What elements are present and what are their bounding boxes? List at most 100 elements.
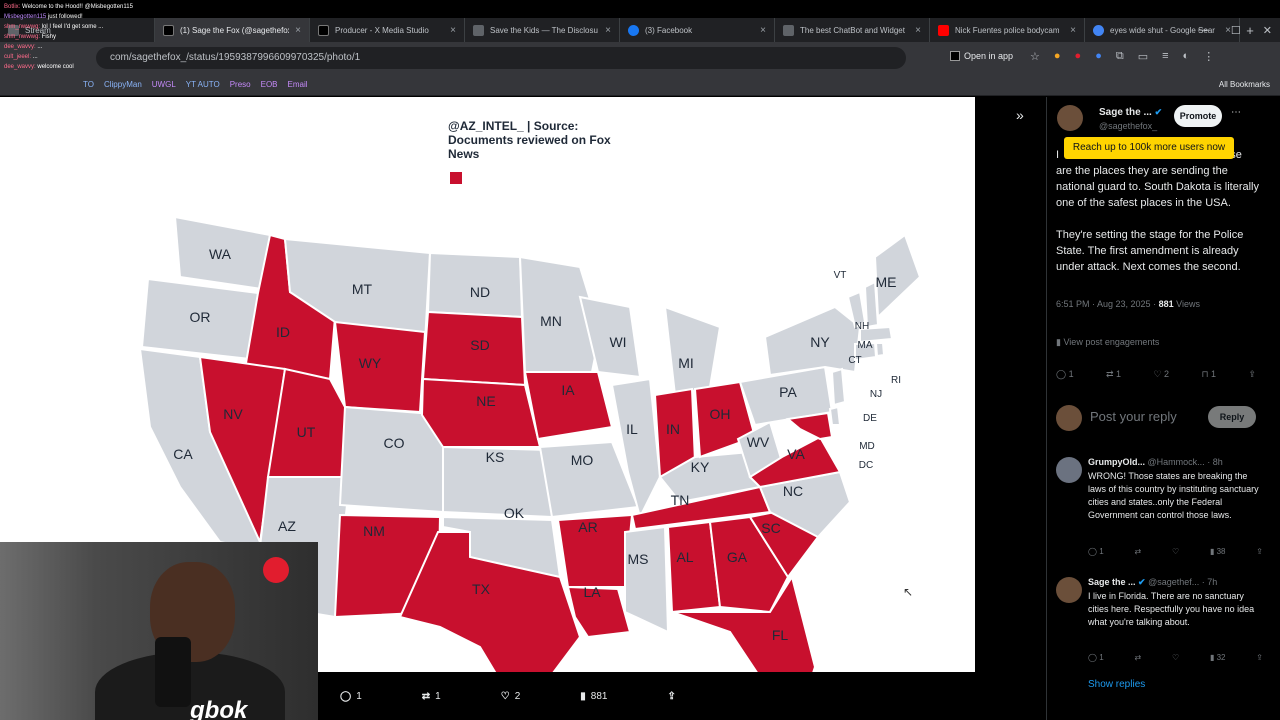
bookmark-item[interactable]: EOB [256,80,283,89]
reply-author[interactable]: Sage the ... ✔ @sagethef... · 7h [1088,577,1217,588]
reply-count: 1 [356,690,362,702]
close-icon[interactable]: × [295,25,301,36]
all-bookmarks[interactable]: All Bookmarks [1219,80,1270,89]
engagements-label: View post engagements [1063,337,1160,347]
more-options-icon[interactable]: ⋯ [1231,107,1241,118]
reply-item[interactable]: Sage the ... ✔ @sagethef... · 7h I live … [1056,577,1266,677]
like-action[interactable]: ♡ [1172,653,1179,662]
minimize-icon[interactable]: — [1198,24,1209,36]
expand-icon[interactable]: » [1016,107,1024,123]
reply-author[interactable]: GrumpyOld... @Hammock... · 8h [1088,457,1223,467]
like-action[interactable]: ♡ [1172,547,1179,556]
reply-item[interactable]: GrumpyOld... @Hammock... · 8h WRONG! Tho… [1056,457,1266,567]
chat-message: Botlix: Welcome to the Hood!! @Misbegott… [4,4,133,10]
reply-input[interactable]: Post your reply [1090,409,1177,424]
tab-chatbot[interactable]: The best ChatBot and Widget × [775,18,930,42]
share-icon[interactable]: ⇪ [1256,547,1263,556]
label-PA: PA [779,384,797,400]
repost-action[interactable]: ⇄ [1134,653,1141,662]
heart-icon: ♡ [500,690,510,702]
avatar[interactable] [1056,457,1082,483]
bookmark-item[interactable]: Email [283,80,313,89]
tab-facebook[interactable]: (3) Facebook × [620,18,775,42]
extension-icon[interactable]: ● [1054,50,1061,63]
share-action[interactable]: ⇪ [667,691,675,702]
tab-youtube[interactable]: Nick Fuentes police bodycam × [930,18,1085,42]
close-icon[interactable]: × [605,25,611,36]
label-UT: UT [297,424,316,440]
state-DE [828,405,842,426]
reply-action[interactable]: ◯ 1 [1088,653,1104,662]
post-paragraph-1: are the places they are sending the nati… [1056,165,1260,209]
close-icon[interactable]: × [915,25,921,36]
author-name[interactable]: Sage the ... ✔ [1099,107,1162,118]
reply-count: 1 [1068,369,1074,379]
share-icon[interactable]: ⇪ [1248,369,1256,380]
chatbot-icon [783,24,794,36]
chat-message: Misbegotten115 just followed! [4,14,83,20]
page-icon [473,24,484,36]
reply-action[interactable]: ◯ 1 [340,691,362,702]
tab-label: The best ChatBot and Widget [800,25,905,35]
views-action[interactable]: ▮ 32 [1210,653,1226,662]
author-handle[interactable]: @sagethefox_ [1099,121,1157,131]
label-SC: SC [761,520,780,536]
extension-icon[interactable]: ● [1075,50,1082,63]
reply-action[interactable]: ◯ 1 [1088,547,1104,556]
post-views: 881 [1158,299,1174,309]
like-action[interactable]: ♡ 2 [1153,369,1169,380]
tab-label: Producer - X Media Studio [335,25,429,35]
share-icon[interactable]: ⇪ [1256,653,1263,662]
puzzle-icon[interactable]: ⧉ [1116,50,1124,63]
reply-action[interactable]: ◯ 1 [1056,369,1074,380]
views-action[interactable]: ▮ 38 [1210,547,1226,556]
toolbar-icons: ☆ ● ● ● ⧉ ▭ ≡ ◐ ⋮ [1030,50,1214,63]
label-OR: OR [190,309,211,325]
reply-actions: ◯ 1 ⇄ ♡ ▮ 38 ⇪ [1088,547,1263,556]
menu-icon[interactable]: ≡ [1162,50,1168,63]
show-replies-link[interactable]: Show replies [1088,679,1145,690]
reply-text: WRONG! Those states are breaking the law… [1088,471,1259,520]
extension-icon[interactable]: ● [1095,50,1102,63]
tab-save-kids[interactable]: Save the Kids — The Disclosu × [465,18,620,42]
share-icon: ⇪ [667,690,676,702]
label-AR: AR [578,519,597,535]
view-engagements-link[interactable]: ▮ View post engagements [1056,337,1159,348]
promote-tooltip[interactable]: Reach up to 100k more users now [1064,137,1234,159]
repost-action[interactable]: ⇄ 1 [422,691,441,702]
repost-action[interactable]: ⇄ [1134,547,1141,556]
like-action[interactable]: ♡ 2 [501,691,521,702]
bookmark-action[interactable]: ⊓ 1 [1201,369,1216,380]
repost-action[interactable]: ⇄ 1 [1106,369,1121,380]
map-source-text: @AZ_INTEL_ | Source: Documents reviewed … [448,119,611,161]
star-icon[interactable]: ☆ [1030,50,1040,63]
label-MN: MN [540,313,562,329]
sidebar-icon[interactable]: ▭ [1138,50,1148,63]
label-NE: NE [476,393,495,409]
views-count: 881 [590,690,608,702]
close-icon[interactable]: × [760,25,766,36]
label-KS: KS [486,449,505,465]
reply-button[interactable]: Reply [1208,406,1256,428]
close-window-icon[interactable]: ✕ [1263,24,1272,37]
label-DE: DE [863,413,877,424]
avatar[interactable] [1056,577,1082,603]
state-NE[interactable] [420,377,542,448]
label-NV: NV [223,406,243,422]
open-in-app-button[interactable]: Open in app [950,51,1013,61]
record-icon [263,557,289,583]
maximize-icon[interactable]: ☐ [1231,24,1241,37]
close-icon[interactable]: × [1070,25,1076,36]
views-action[interactable]: ▮ 881 [580,691,607,702]
avatar[interactable] [1057,105,1083,131]
tab-producer[interactable]: Producer - X Media Studio × [310,18,465,42]
label-TN: TN [671,492,690,508]
label-RI: RI [891,375,901,386]
profile-icon[interactable]: ◐ [1183,50,1190,63]
close-icon[interactable]: × [450,25,456,36]
label-OH: OH [710,406,731,422]
label-NM: NM [363,523,385,539]
promote-button[interactable]: Promote [1174,105,1222,127]
reply-icon: ◯ [340,690,352,702]
more-icon[interactable]: ⋮ [1203,50,1214,63]
